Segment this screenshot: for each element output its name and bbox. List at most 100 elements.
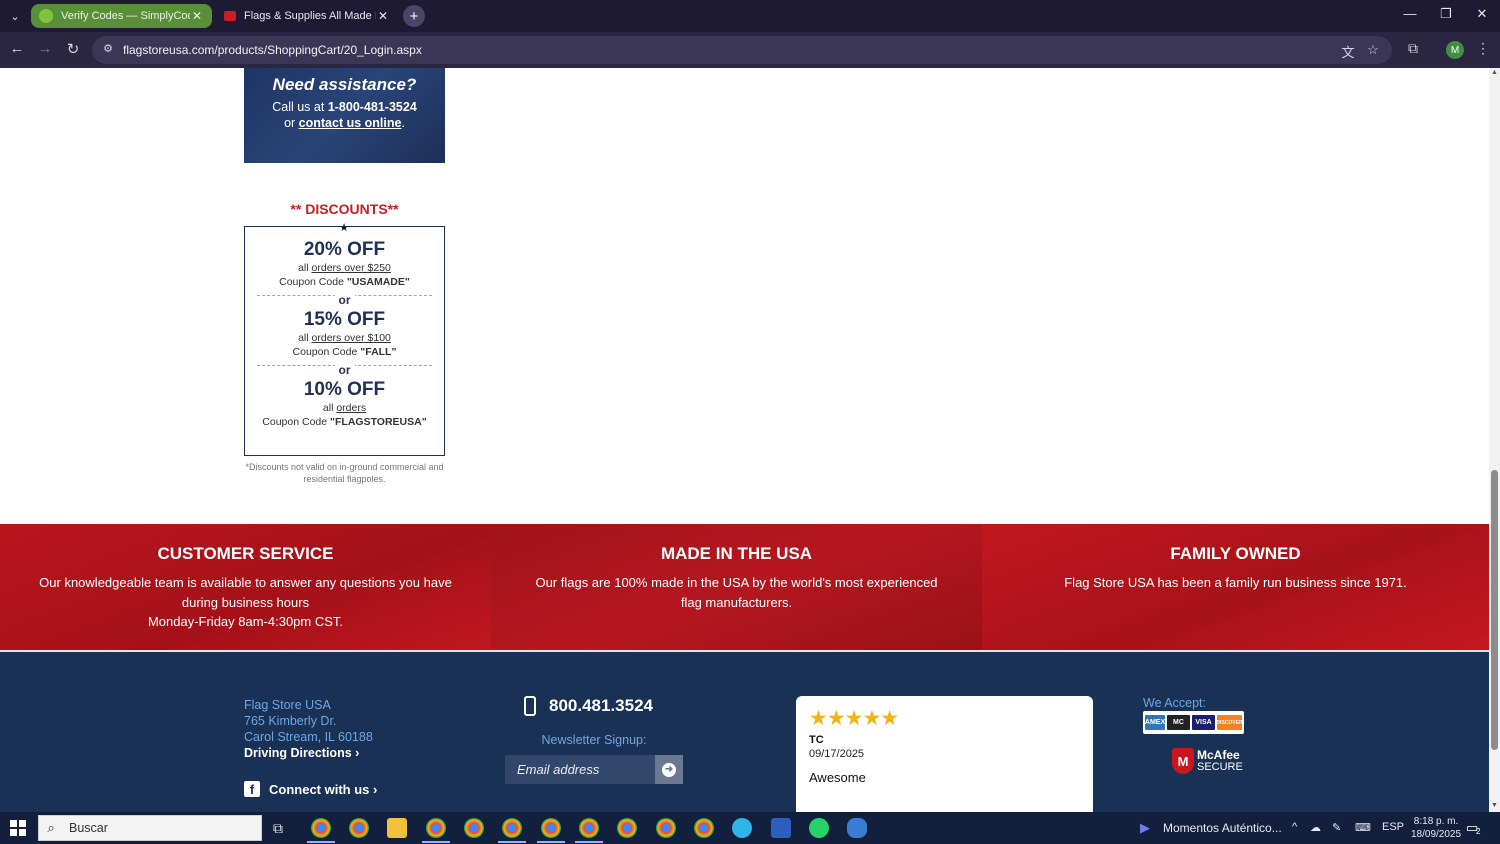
offer-amount: 10% OFF [303, 379, 386, 400]
coupon-code: "FALL" [360, 346, 397, 358]
address-bar[interactable]: ⚙ flagstoreusa.com/products/ShoppingCart… [92, 36, 1392, 64]
offer-amount: 20% OFF [303, 239, 386, 260]
back-icon[interactable]: ← [7, 40, 27, 57]
street[interactable]: 765 Kimberly Dr. [244, 713, 373, 729]
review-text: Awesome [809, 770, 866, 785]
bookmark-star-icon[interactable]: ☆ [1364, 42, 1382, 58]
reviewer-name: TC [809, 734, 824, 746]
minimize-icon[interactable]: — [1395, 6, 1425, 21]
scroll-up-icon[interactable]: ▲ [1490, 69, 1499, 76]
task-view-icon[interactable]: ⧉ [273, 820, 283, 837]
assistance-text: Call us at 1-800-481-3524 or contact us … [272, 100, 417, 130]
chrome-icon[interactable] [349, 818, 369, 838]
search-placeholder: Buscar [69, 821, 108, 835]
pen-icon[interactable]: ✎ [1332, 821, 1341, 834]
tab-search-icon[interactable]: ⌄ [4, 6, 26, 26]
chrome-icon[interactable] [694, 818, 714, 838]
feature-text: Our knowledgeable team is available to a… [39, 575, 452, 629]
media-title[interactable]: Momentos Auténtico... [1163, 821, 1282, 835]
translate-icon[interactable]: 文 [1339, 42, 1357, 61]
discounts-title: ** DISCOUNTS** [290, 201, 399, 217]
chrome-icon[interactable] [579, 818, 599, 838]
offer-item: 15% OFF all orders over $100 Coupon Code… [245, 309, 444, 359]
restore-icon[interactable]: ❐ [1431, 6, 1461, 22]
page-viewport: Need assistance? Call us at 1-800-481-35… [0, 68, 1489, 812]
chrome-icon[interactable] [656, 818, 676, 838]
facebook-icon: f [244, 781, 260, 797]
chrome-icon[interactable] [617, 818, 637, 838]
chrome-icon[interactable] [464, 818, 484, 838]
assist-phone[interactable]: 1-800-481-3524 [328, 100, 417, 114]
chrome-icon[interactable] [502, 818, 522, 838]
review-widget[interactable]: ★★★★★ TC 09/17/2025 Awesome [796, 696, 1093, 812]
new-tab-button[interactable]: + [403, 5, 425, 27]
newsletter-email-input[interactable] [505, 755, 655, 784]
browser-tab-bar: ⌄ Verify Codes — SimplyCodes ✕ Flags & S… [0, 0, 1500, 32]
keyboard-icon[interactable]: ⌨ [1355, 821, 1371, 834]
vertical-scrollbar[interactable]: ▲ ▼ [1489, 68, 1500, 812]
edge-icon[interactable] [732, 818, 752, 838]
or-divider: or [257, 361, 432, 377]
close-tab-icon[interactable]: ✕ [376, 9, 390, 23]
connect-with-us-link[interactable]: f Connect with us › [244, 781, 377, 797]
site-footer: Flag Store USA 765 Kimberly Dr. Carol St… [0, 652, 1489, 812]
coupon-code: "FLAGSTOREUSA" [330, 416, 427, 428]
media-icon[interactable]: ▶ [1140, 820, 1150, 836]
company-name[interactable]: Flag Store USA [244, 697, 373, 713]
search-icon: ⌕ [47, 820, 55, 835]
notifications-icon[interactable]: ▭ 2 [1466, 820, 1484, 836]
review-date: 09/17/2025 [809, 748, 865, 760]
offer-amount: 15% OFF [303, 309, 386, 330]
offer-link[interactable]: orders [336, 402, 366, 414]
contact-us-link[interactable]: contact us online [299, 116, 402, 130]
offer-link[interactable]: orders over $250 [312, 262, 391, 274]
menu-icon[interactable]: ⋮ [1473, 40, 1493, 57]
mcafee-shield-icon: M [1172, 748, 1194, 774]
assistance-box: Need assistance? Call us at 1-800-481-35… [244, 68, 445, 163]
tab-simplycodes[interactable]: Verify Codes — SimplyCodes ✕ [31, 4, 212, 28]
flag-favicon-icon [224, 11, 236, 21]
mcafee-secure-badge[interactable]: M McAfee SECURE [1172, 748, 1243, 774]
arrow-right-icon: ➜ [662, 762, 676, 777]
extensions-icon[interactable]: ⧉ [1403, 40, 1423, 57]
forward-icon[interactable]: → [35, 40, 55, 57]
scroll-down-icon[interactable]: ▼ [1490, 802, 1499, 809]
visa-card-icon: VISA [1192, 715, 1215, 730]
close-tab-icon[interactable]: ✕ [190, 9, 204, 23]
word-icon[interactable] [771, 818, 791, 838]
discover-card-icon: DISCOVER [1216, 715, 1243, 730]
close-window-icon[interactable]: ✕ [1467, 6, 1497, 22]
chrome-icon[interactable] [541, 818, 561, 838]
discounts-note: *Discounts not valid on in-ground commer… [245, 462, 444, 484]
offer-link[interactable]: orders over $100 [312, 332, 391, 344]
windows-taskbar: ⌕ Buscar ⧉ ▶ Momentos Auténtico... ^ ☁ ✎… [0, 812, 1500, 844]
whatsapp-icon[interactable] [809, 818, 829, 838]
offer-item: 10% OFF all orders Coupon Code "FLAGSTOR… [245, 379, 444, 429]
chevron-up-icon[interactable]: ^ [1292, 821, 1297, 833]
windows-start-icon[interactable] [10, 820, 26, 836]
assistance-heading: Need assistance? [272, 75, 417, 94]
newsletter-submit-button[interactable]: ➜ [655, 755, 683, 784]
clock[interactable]: 8:18 p. m. 18/09/2025 [1411, 815, 1461, 841]
feature-customer-service: CUSTOMER SERVICE Our knowledgeable team … [0, 524, 491, 650]
chrome-icon[interactable] [311, 818, 331, 838]
newsletter-label: Newsletter Signup: [541, 733, 647, 747]
taskbar-search[interactable]: ⌕ Buscar [38, 815, 262, 841]
onedrive-icon[interactable]: ☁ [1310, 821, 1321, 834]
profile-avatar[interactable]: M [1446, 41, 1464, 59]
url-text[interactable]: flagstoreusa.com/products/ShoppingCart/2… [123, 43, 422, 57]
site-info-icon[interactable]: ⚙ [100, 42, 116, 58]
scrollbar-thumb[interactable] [1491, 470, 1498, 750]
tab-title: Verify Codes — SimplyCodes [61, 10, 190, 22]
city[interactable]: Carol Stream, IL 60188 [244, 729, 373, 745]
reload-icon[interactable]: ↻ [63, 40, 83, 58]
app-icon[interactable] [847, 818, 867, 838]
driving-directions-link[interactable]: Driving Directions › [244, 745, 373, 761]
file-explorer-icon[interactable] [387, 818, 407, 838]
footer-phone[interactable]: 800.481.3524 [524, 696, 653, 716]
chrome-icon[interactable] [426, 818, 446, 838]
mastercard-icon: MC [1167, 715, 1190, 730]
language-indicator[interactable]: ESP [1382, 821, 1404, 833]
feature-made-in-usa: MADE IN THE USA Our flags are 100% made … [491, 524, 982, 650]
tab-flagstore[interactable]: Flags & Supplies All Made In Am ✕ [216, 4, 398, 28]
